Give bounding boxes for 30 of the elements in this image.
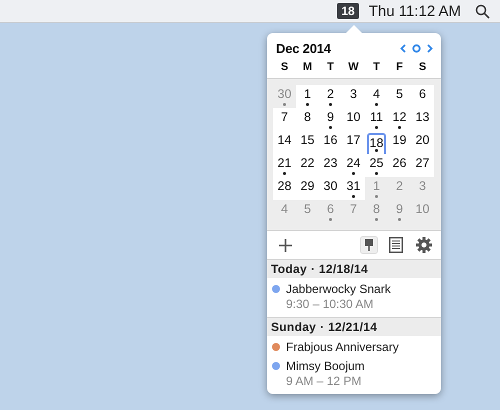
search-icon[interactable] [475,4,490,18]
event-title[interactable]: Mimsy Boojum [286,359,437,373]
settings-button[interactable] [414,235,434,255]
event-title[interactable]: Jabberwocky Snark [286,282,437,296]
event-time: 9:30 – 10:30 AM [286,297,374,311]
date-heading: · 12/21/14 [320,320,378,334]
notes-button[interactable] [386,235,406,255]
weekday-label: T [372,60,381,75]
weekday-label: T [326,60,335,75]
date-badge[interactable]: 18 [337,3,359,19]
pin-icon [365,239,373,251]
notes-icon [389,237,403,253]
day-heading: Sunday [271,320,316,334]
weekday-label: F [395,60,404,75]
previous-icon[interactable] [400,44,406,53]
pin-button[interactable] [360,236,378,254]
month-title: Dec 2014 [276,41,331,56]
weekday-label: W [347,60,360,75]
event-time: 9 AM – 12 PM [286,374,362,388]
date-heading: · 12/18/14 [310,262,368,276]
menu-clock[interactable]: Thu 11:12 AM [368,2,461,20]
add-icon [278,238,292,252]
today-icon[interactable] [412,44,421,53]
weekday-label: S [418,60,428,75]
day-heading: Today [271,262,307,276]
weekday-label: M [302,60,314,75]
settings-icon [416,237,432,253]
next-icon[interactable] [427,44,433,53]
weekday-label: S [280,60,290,75]
event-title[interactable]: Frabjous Anniversary [286,340,437,354]
